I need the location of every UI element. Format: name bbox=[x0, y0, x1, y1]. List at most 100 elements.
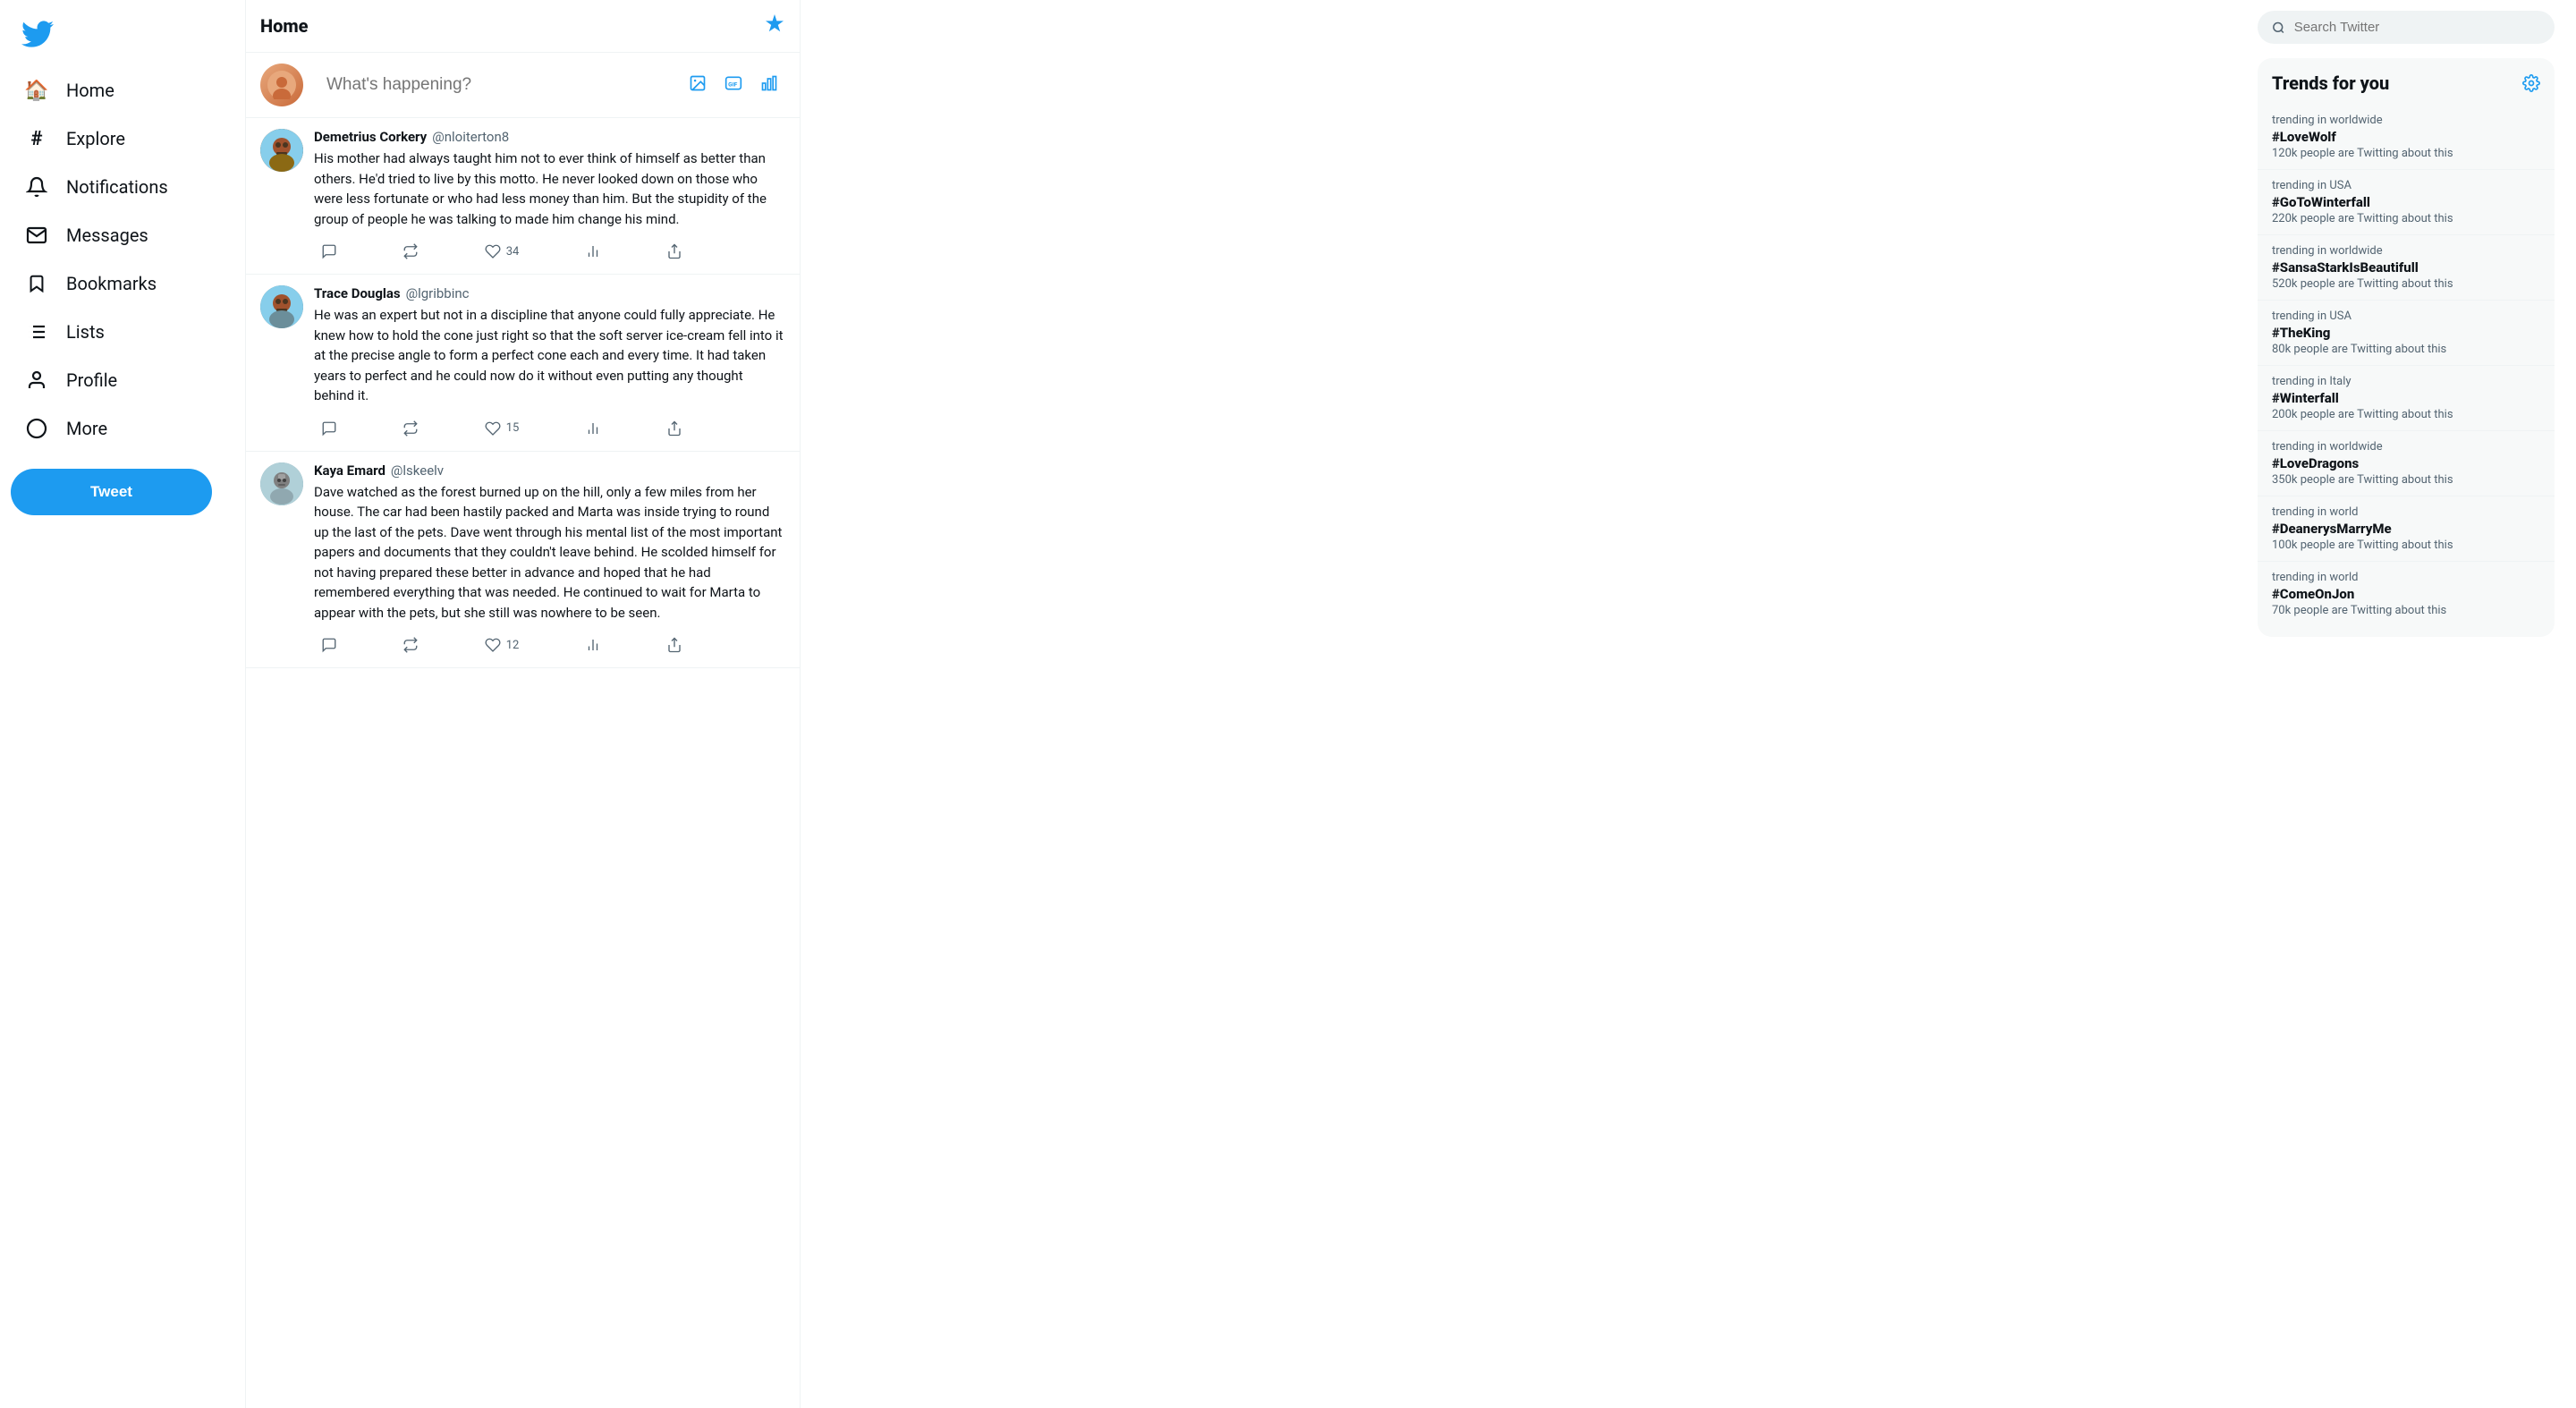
trend-category: trending in world bbox=[2272, 505, 2540, 519]
feed-header: Home bbox=[246, 0, 800, 53]
search-icon bbox=[2272, 21, 2285, 35]
tweet-avatar-svg-2 bbox=[260, 285, 303, 328]
add-gif-button[interactable]: GIF bbox=[717, 67, 750, 104]
tweet-actions: 34 bbox=[314, 240, 690, 263]
nav-item-notifications[interactable]: Notifications bbox=[11, 165, 234, 209]
svg-text:GIF: GIF bbox=[728, 81, 737, 88]
like-count: 12 bbox=[506, 639, 520, 652]
more-icon bbox=[25, 417, 48, 440]
trend-item[interactable]: trending in worldwide #LoveDragons 350k … bbox=[2258, 431, 2555, 496]
trend-count: 70k people are Twitting about this bbox=[2272, 604, 2540, 617]
share-button[interactable] bbox=[659, 417, 690, 440]
compose-action-buttons: GIF bbox=[682, 67, 785, 104]
trends-settings-icon[interactable] bbox=[2522, 74, 2540, 92]
trend-item[interactable]: trending in worldwide #LoveWolf 120k peo… bbox=[2258, 105, 2555, 170]
trend-item[interactable]: trending in worldwide #SansaStarkIsBeaut… bbox=[2258, 235, 2555, 301]
compose-user-svg bbox=[267, 71, 296, 99]
tweet-author-name: Trace Douglas bbox=[314, 285, 401, 301]
reply-button[interactable] bbox=[314, 240, 344, 263]
nav-item-profile[interactable]: Profile bbox=[11, 358, 234, 403]
add-image-button[interactable] bbox=[682, 67, 714, 104]
trend-item[interactable]: trending in USA #TheKing 80k people are … bbox=[2258, 301, 2555, 366]
twitter-logo[interactable] bbox=[11, 7, 234, 64]
tweet-card: Demetrius Corkery @nloiterton8 His mothe… bbox=[246, 118, 800, 275]
tweet-author-handle: @nloiterton8 bbox=[432, 129, 509, 145]
trend-category: trending in USA bbox=[2272, 179, 2540, 192]
reply-button[interactable] bbox=[314, 633, 344, 657]
like-button[interactable]: 15 bbox=[478, 417, 527, 440]
tweet-actions: 12 bbox=[314, 633, 690, 657]
tweet-actions: 15 bbox=[314, 417, 690, 440]
trend-count: 520k people are Twitting about this bbox=[2272, 277, 2540, 291]
share-button[interactable] bbox=[659, 240, 690, 263]
tweet-avatar-svg-1 bbox=[260, 129, 303, 172]
retweet-button[interactable] bbox=[395, 633, 426, 657]
nav-item-bookmarks[interactable]: Bookmarks bbox=[11, 261, 234, 306]
trend-hashtag: #ComeOnJon bbox=[2272, 586, 2540, 602]
search-input[interactable] bbox=[2294, 20, 2540, 35]
trends-title: Trends for you bbox=[2272, 72, 2389, 94]
tweet-text: His mother had always taught him not to … bbox=[314, 148, 785, 229]
nav-label-more: More bbox=[66, 418, 107, 439]
nav-label-lists: Lists bbox=[66, 321, 105, 343]
search-bar[interactable] bbox=[2258, 11, 2555, 44]
tweet-avatar bbox=[260, 129, 303, 172]
nav-label-home: Home bbox=[66, 80, 114, 101]
trend-count: 80k people are Twitting about this bbox=[2272, 343, 2540, 356]
tweet-author-handle: @lskeelv bbox=[391, 462, 444, 479]
like-count: 34 bbox=[506, 245, 520, 259]
trend-category: trending in Italy bbox=[2272, 375, 2540, 388]
retweet-button[interactable] bbox=[395, 240, 426, 263]
trend-item[interactable]: trending in USA #GoToWinterfall 220k peo… bbox=[2258, 170, 2555, 235]
share-button[interactable] bbox=[659, 633, 690, 657]
twitter-bird-icon bbox=[21, 18, 54, 50]
trend-hashtag: #Winterfall bbox=[2272, 390, 2540, 406]
left-sidebar: 🏠 Home # Explore Notifications bbox=[0, 0, 246, 1408]
trend-item[interactable]: trending in world #DeanerysMarryMe 100k … bbox=[2258, 496, 2555, 562]
trend-category: trending in USA bbox=[2272, 310, 2540, 323]
tweet-text: Dave watched as the forest burned up on … bbox=[314, 482, 785, 623]
trend-hashtag: #LoveWolf bbox=[2272, 129, 2540, 145]
reply-button[interactable] bbox=[314, 417, 344, 440]
trends-box: Trends for you trending in worldwide #Lo… bbox=[2258, 58, 2555, 637]
tweet-text: He was an expert but not in a discipline… bbox=[314, 305, 785, 406]
trend-hashtag: #TheKing bbox=[2272, 325, 2540, 341]
like-button[interactable]: 12 bbox=[478, 633, 527, 657]
nav-item-more[interactable]: More bbox=[11, 406, 234, 451]
main-navigation: 🏠 Home # Explore Notifications bbox=[11, 68, 234, 454]
trend-count: 120k people are Twitting about this bbox=[2272, 147, 2540, 160]
tweet-header: Demetrius Corkery @nloiterton8 bbox=[314, 129, 785, 145]
trend-item[interactable]: trending in world #ComeOnJon 70k people … bbox=[2258, 562, 2555, 626]
compose-input[interactable] bbox=[314, 66, 671, 104]
sparkle-icon[interactable] bbox=[764, 13, 785, 39]
trend-category: trending in worldwide bbox=[2272, 244, 2540, 258]
nav-label-notifications: Notifications bbox=[66, 176, 168, 198]
tweet-body: Demetrius Corkery @nloiterton8 His mothe… bbox=[314, 129, 785, 263]
mail-icon bbox=[25, 224, 48, 247]
analytics-button[interactable] bbox=[578, 633, 608, 657]
tweet-header: Kaya Emard @lskeelv bbox=[314, 462, 785, 479]
add-poll-button[interactable] bbox=[753, 67, 785, 104]
list-icon bbox=[25, 320, 48, 344]
trend-item[interactable]: trending in Italy #Winterfall 200k peopl… bbox=[2258, 366, 2555, 431]
explore-icon: # bbox=[25, 127, 48, 150]
analytics-button[interactable] bbox=[578, 240, 608, 263]
trend-count: 220k people are Twitting about this bbox=[2272, 212, 2540, 225]
nav-item-explore[interactable]: # Explore bbox=[11, 116, 234, 161]
tweet-compose: GIF bbox=[246, 53, 800, 118]
nav-item-messages[interactable]: Messages bbox=[11, 213, 234, 258]
user-icon bbox=[25, 369, 48, 392]
trend-hashtag: #SansaStarkIsBeautifull bbox=[2272, 259, 2540, 276]
retweet-button[interactable] bbox=[395, 417, 426, 440]
nav-item-lists[interactable]: Lists bbox=[11, 310, 234, 354]
tweet-button[interactable]: Tweet bbox=[11, 469, 212, 515]
tweet-body: Trace Douglas @lgribbinc He was an exper… bbox=[314, 285, 785, 440]
tweet-card: Kaya Emard @lskeelv Dave watched as the … bbox=[246, 452, 800, 669]
bell-icon bbox=[25, 175, 48, 199]
like-button[interactable]: 34 bbox=[478, 240, 527, 263]
tweet-card: Trace Douglas @lgribbinc He was an exper… bbox=[246, 275, 800, 452]
trend-hashtag: #LoveDragons bbox=[2272, 455, 2540, 471]
nav-item-home[interactable]: 🏠 Home bbox=[11, 68, 234, 113]
nav-label-bookmarks: Bookmarks bbox=[66, 273, 157, 294]
analytics-button[interactable] bbox=[578, 417, 608, 440]
